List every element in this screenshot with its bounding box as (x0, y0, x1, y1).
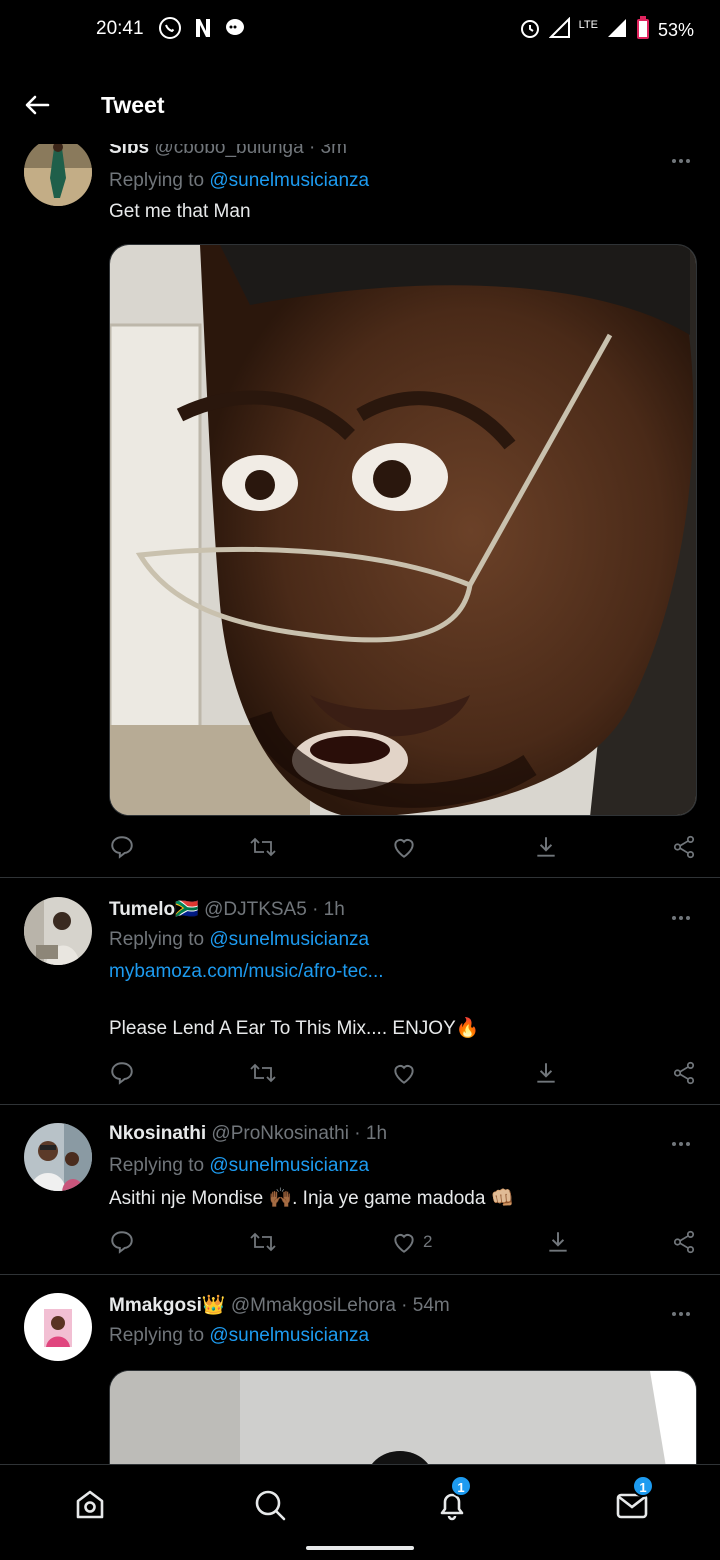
tweet-time: · 1h (312, 899, 345, 920)
like-count: 2 (423, 1232, 433, 1251)
status-bar: 20:41 LTE 53% (0, 0, 720, 62)
retweet-icon[interactable] (249, 1060, 277, 1086)
display-name[interactable]: Tumelo🇿🇦 (109, 899, 199, 920)
user-handle[interactable]: @MmakgosiLehora (231, 1295, 396, 1316)
battery-percent: 53% (657, 20, 694, 40)
user-handle[interactable]: @DJTKSA5 (204, 899, 307, 920)
notifications-badge: 1 (450, 1475, 472, 1497)
tweet-header: Mmakgosi👑 @MmakgosiLehora · 54m (109, 1293, 450, 1317)
tweet-image[interactable] (109, 244, 697, 816)
replying-to-line: Replying to @sunelmusicianza (109, 929, 369, 951)
more-options-icon[interactable] (672, 1133, 696, 1146)
reply-tweet[interactable]: Sibs @cbobo_bulunga · 3m Replying to @su… (0, 137, 720, 878)
reply-icon[interactable] (109, 834, 135, 860)
reply-tweet[interactable]: Nkosinathi @ProNkosinathi · 1h Replying … (0, 1105, 720, 1275)
avatar[interactable] (24, 1123, 92, 1191)
replying-prefix: Replying to (109, 929, 210, 950)
alarm-icon (519, 17, 541, 44)
avatar[interactable] (24, 897, 92, 965)
share-icon[interactable] (671, 834, 697, 860)
replying-prefix: Replying to (109, 170, 210, 191)
like-icon[interactable] (391, 834, 423, 860)
tweet-actions: 2 (109, 1229, 699, 1259)
more-options-icon[interactable] (672, 907, 696, 920)
reply-tweet[interactable]: Mmakgosi👑 @MmakgosiLehora · 54m Replying… (0, 1275, 720, 1490)
arrow-left-icon[interactable] (22, 90, 52, 120)
display-name[interactable]: Nkosinathi (109, 1123, 206, 1144)
replying-prefix: Replying to (109, 1325, 210, 1346)
retweet-icon[interactable] (249, 834, 277, 860)
home-indicator (306, 1546, 414, 1550)
page-title: Tweet (101, 92, 165, 118)
tweet-link[interactable]: mybamoza.com/music/afro-tec... (109, 961, 384, 983)
reply-tweet[interactable]: Tumelo🇿🇦 @DJTKSA5 · 1h Replying to @sune… (0, 879, 720, 1105)
notifications-icon[interactable]: 1 (430, 1475, 474, 1527)
display-name[interactable]: Mmakgosi👑 (109, 1295, 226, 1316)
mention-link[interactable]: @sunelmusicianza (209, 1325, 369, 1346)
share-icon[interactable] (671, 1060, 697, 1086)
top-app-bar: Tweet (0, 62, 720, 144)
tweet-text: Please Lend A Ear To This Mix.... ENJOY🔥 (109, 1018, 480, 1039)
download-icon[interactable] (533, 1060, 559, 1086)
battery-icon (636, 16, 650, 45)
replying-to-line: Replying to @sunelmusicianza (109, 1325, 369, 1347)
reply-icon[interactable] (109, 1229, 135, 1255)
download-icon[interactable] (533, 834, 559, 860)
reply-icon[interactable] (109, 1060, 135, 1086)
avatar[interactable] (24, 138, 92, 206)
replying-to-line: Replying to @sunelmusicianza (109, 170, 369, 192)
share-icon[interactable] (671, 1229, 697, 1255)
like-icon[interactable] (391, 1060, 423, 1086)
more-options-icon[interactable] (672, 150, 696, 163)
status-time: 20:41 (96, 18, 144, 39)
tweet-time: · 54m (401, 1295, 450, 1316)
more-options-icon[interactable] (672, 1303, 696, 1316)
replying-to-line: Replying to @sunelmusicianza (109, 1155, 369, 1177)
messages-icon[interactable]: 1 (610, 1475, 654, 1527)
whatsapp-icon (158, 16, 182, 45)
tweet-actions (109, 834, 699, 864)
replying-prefix: Replying to (109, 1155, 210, 1176)
mention-link[interactable]: @sunelmusicianza (209, 929, 369, 950)
tweet-header: Nkosinathi @ProNkosinathi · 1h (109, 1123, 387, 1145)
signal-icon-2 (606, 17, 628, 44)
download-icon[interactable] (545, 1229, 571, 1255)
network-type: LTE (578, 18, 598, 31)
like-icon[interactable]: 2 (391, 1229, 432, 1255)
mention-link[interactable]: @sunelmusicianza (209, 1155, 369, 1176)
tweet-text: Get me that Man (109, 201, 251, 222)
netflix-icon (192, 17, 214, 44)
tweet-time: · 1h (354, 1123, 388, 1144)
user-handle[interactable]: @ProNkosinathi (211, 1123, 349, 1144)
signal-icon (548, 16, 571, 44)
messenger-icon (224, 17, 246, 44)
home-icon[interactable] (68, 1483, 112, 1527)
avatar[interactable] (24, 1293, 92, 1361)
search-icon[interactable] (248, 1483, 292, 1527)
messages-badge: 1 (632, 1475, 654, 1497)
tweet-text: Asithi nje Mondise 🙌🏾. Inja ye game mado… (109, 1188, 515, 1209)
tweet-actions (109, 1060, 699, 1090)
mention-link[interactable]: @sunelmusicianza (209, 170, 369, 191)
retweet-icon[interactable] (249, 1229, 277, 1255)
tweet-header: Tumelo🇿🇦 @DJTKSA5 · 1h (109, 897, 345, 921)
